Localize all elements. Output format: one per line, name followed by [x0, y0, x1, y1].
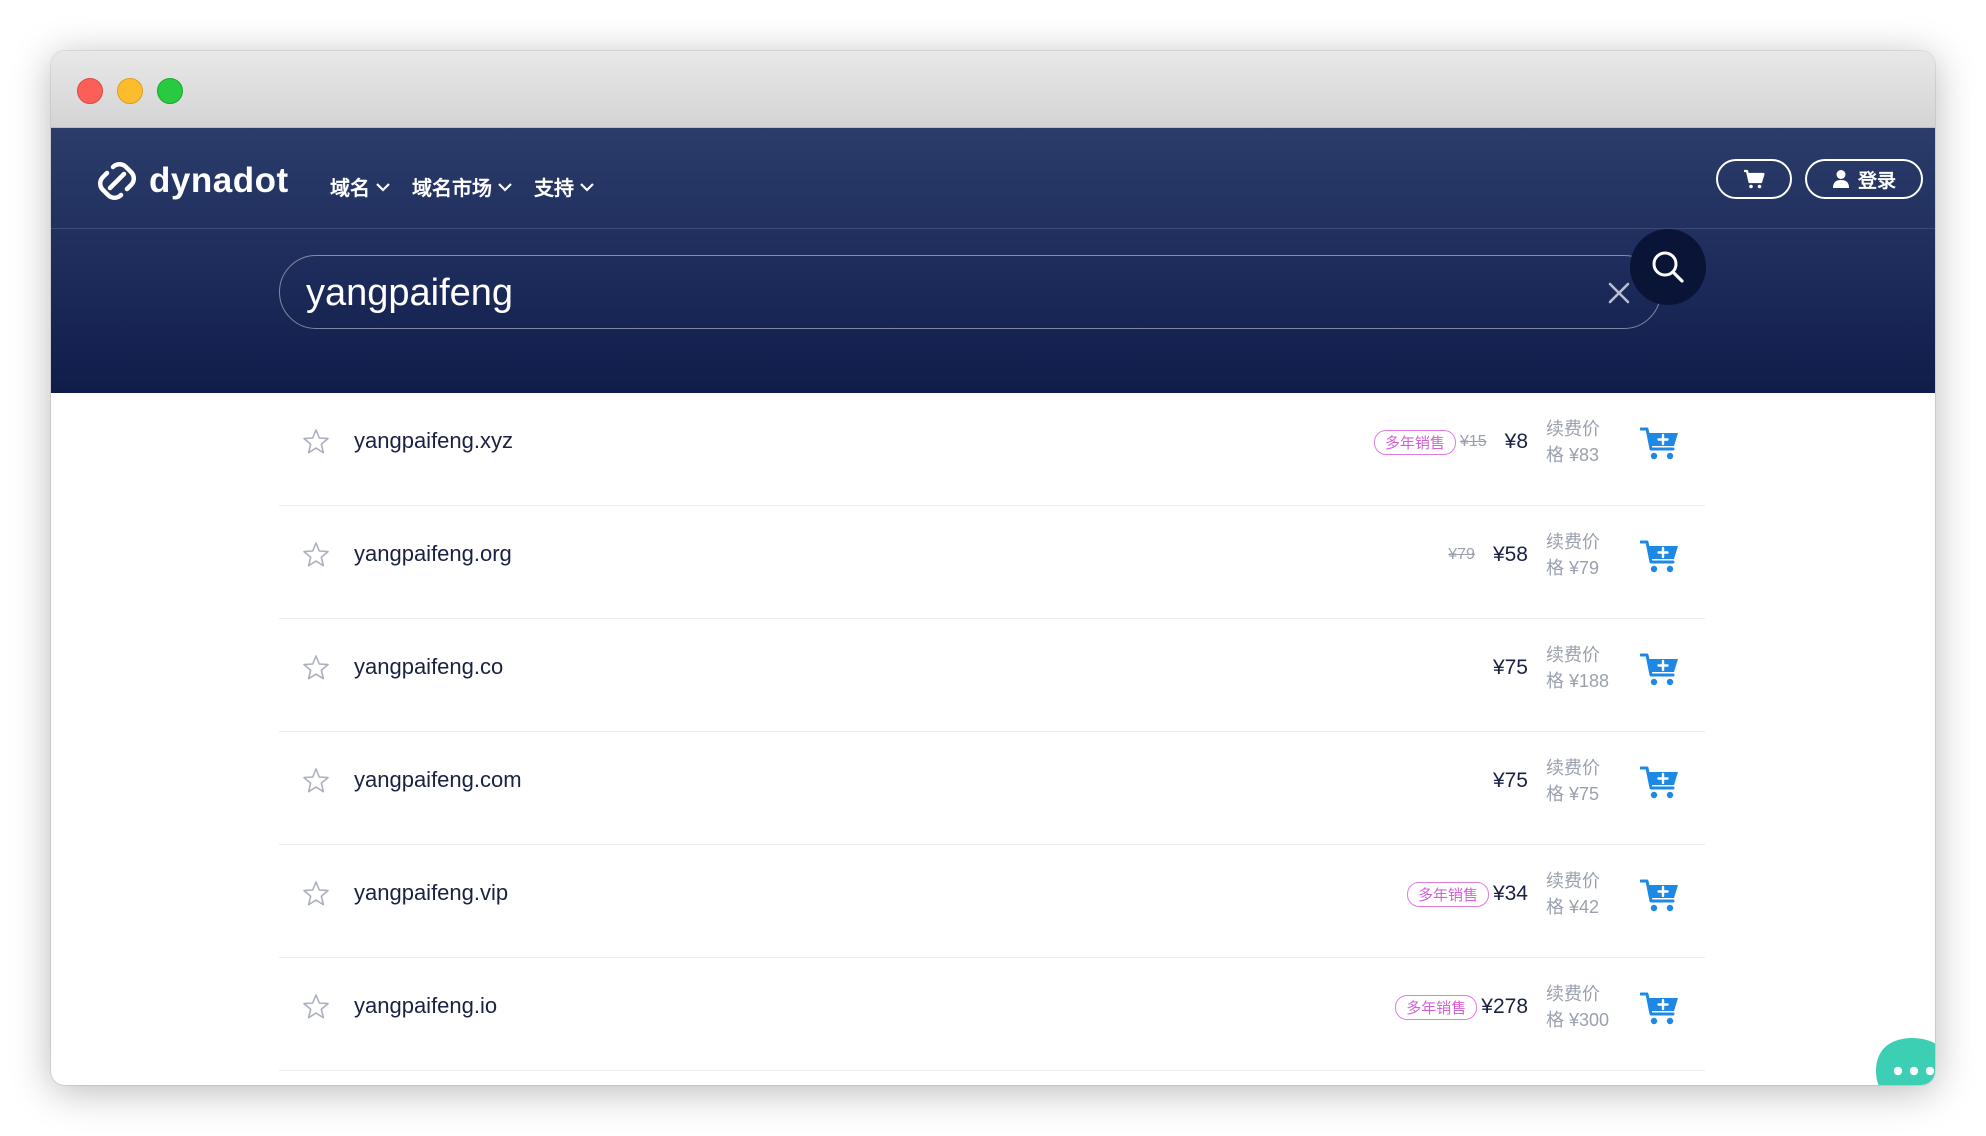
add-to-cart-icon[interactable] — [1640, 538, 1680, 576]
star-icon[interactable] — [302, 767, 330, 795]
add-to-cart-icon[interactable] — [1640, 764, 1680, 802]
menu-support[interactable]: 支持 — [534, 172, 594, 201]
star-icon[interactable] — [302, 993, 330, 1021]
search-input[interactable] — [304, 266, 1508, 320]
multi-year-badge: 多年销售 — [1395, 994, 1478, 1020]
menu-domains-label: 域名 — [330, 178, 370, 200]
multi-year-badge: 多年销售 — [1406, 881, 1489, 907]
current-price: ¥34 — [1492, 882, 1528, 905]
result-row: yangpaifeng.co ¥75 续费价格 ¥188 — [279, 619, 1705, 732]
domain-name[interactable]: yangpaifeng.vip — [354, 880, 508, 906]
result-row: yangpaifeng.io 多年销售 ¥278 续费价格 ¥300 — [279, 958, 1705, 1071]
chevron-down-icon — [498, 182, 512, 192]
renewal-price: 续费价格 ¥75 — [1546, 755, 1610, 807]
domain-name[interactable]: yangpaifeng.com — [354, 767, 522, 793]
star-icon[interactable] — [302, 880, 330, 908]
main-menu: 域名 域名市场 支持 — [330, 172, 594, 201]
renewal-amount: ¥42 — [1569, 897, 1600, 917]
top-nav: dynadot 域名 域名市场 支持 登录 — [51, 128, 1935, 229]
renewal-amount: ¥300 — [1569, 1010, 1610, 1030]
current-price: ¥75 — [1492, 769, 1528, 792]
add-to-cart-icon[interactable] — [1640, 877, 1680, 915]
domain-name[interactable]: yangpaifeng.io — [354, 993, 497, 1019]
dynadot-logo-icon — [97, 161, 137, 201]
add-to-cart-icon[interactable] — [1640, 425, 1680, 463]
star-icon[interactable] — [302, 654, 330, 682]
price-area: ¥75 续费价格 ¥75 — [1493, 754, 1610, 808]
renewal-price: 续费价格 ¥300 — [1546, 981, 1610, 1033]
domain-name[interactable]: yangpaifeng.xyz — [354, 428, 513, 454]
user-icon — [1832, 170, 1849, 188]
menu-support-label: 支持 — [534, 178, 574, 200]
results-list: yangpaifeng.xyz 多年销售 ¥15 ¥8 续费价格 ¥83 yan… — [279, 393, 1705, 1085]
brand-logo[interactable]: dynadot — [95, 159, 289, 203]
current-price: ¥58 — [1492, 543, 1528, 566]
original-price: ¥15 — [1459, 433, 1487, 450]
result-row: yangpaifeng.org ¥79 ¥58 续费价格 ¥79 — [279, 506, 1705, 619]
add-to-cart-icon[interactable] — [1640, 651, 1680, 689]
window-titlebar — [51, 51, 1935, 128]
renewal-price: 续费价格 ¥79 — [1546, 529, 1610, 581]
renewal-price: 续费价格 ¥188 — [1546, 642, 1610, 694]
search-box — [279, 255, 1661, 329]
price-area: ¥75 续费价格 ¥188 — [1493, 641, 1610, 695]
star-icon[interactable] — [302, 428, 330, 456]
search-icon — [1652, 251, 1684, 283]
menu-marketplace-label: 域名市场 — [412, 178, 492, 200]
minimize-window-button[interactable] — [117, 78, 143, 104]
current-price: ¥8 — [1504, 430, 1528, 453]
multi-year-badge: 多年销售 — [1373, 429, 1456, 455]
chat-icon[interactable] — [1874, 1034, 1935, 1085]
result-row: yangpaifeng.com ¥75 续费价格 ¥75 — [279, 732, 1705, 845]
renewal-price: 续费价格 ¥83 — [1546, 416, 1610, 468]
renewal-amount: ¥79 — [1569, 558, 1600, 578]
chevron-down-icon — [376, 182, 390, 192]
original-price: ¥79 — [1448, 546, 1475, 563]
current-price: ¥75 — [1492, 656, 1528, 679]
menu-marketplace[interactable]: 域名市场 — [412, 172, 512, 201]
cart-button[interactable] — [1716, 159, 1792, 199]
result-row: yangpaifeng.vip 多年销售 ¥34 续费价格 ¥42 — [279, 845, 1705, 958]
price-area: ¥79 ¥58 续费价格 ¥79 — [1448, 528, 1610, 582]
renewal-price: 续费价格 ¥42 — [1546, 868, 1610, 920]
menu-domains[interactable]: 域名 — [330, 172, 390, 201]
maximize-window-button[interactable] — [157, 78, 183, 104]
price-area: 多年销售 ¥34 续费价格 ¥42 — [1406, 867, 1610, 921]
close-window-button[interactable] — [77, 78, 103, 104]
cart-icon — [1744, 169, 1765, 189]
close-icon[interactable] — [1606, 280, 1632, 306]
result-row: yangpaifeng.club ¥34 续费价格 ¥97 — [279, 1071, 1705, 1085]
renewal-amount: ¥188 — [1569, 671, 1610, 691]
browser-window: dynadot 域名 域名市场 支持 登录 yangpaifeng yangpa… — [51, 51, 1935, 1085]
domain-name[interactable]: yangpaifeng.org — [354, 541, 512, 567]
search-button[interactable] — [1630, 229, 1706, 305]
renewal-amount: ¥75 — [1569, 784, 1600, 804]
add-to-cart-icon[interactable] — [1640, 990, 1680, 1028]
result-row: yangpaifeng.xyz 多年销售 ¥15 ¥8 续费价格 ¥83 — [279, 393, 1705, 506]
price-area: 多年销售 ¥15 ¥8 续费价格 ¥83 — [1373, 415, 1610, 469]
star-icon[interactable] — [302, 541, 330, 569]
login-button[interactable]: 登录 — [1805, 159, 1923, 199]
login-label: 登录 — [1857, 170, 1896, 192]
chevron-down-icon — [580, 182, 594, 192]
current-price: ¥278 — [1481, 995, 1528, 1018]
domain-name[interactable]: yangpaifeng.co — [354, 654, 503, 680]
renewal-amount: ¥83 — [1569, 445, 1600, 465]
brand-name: dynadot — [149, 161, 289, 200]
price-area: 多年销售 ¥278 续费价格 ¥300 — [1395, 980, 1610, 1034]
